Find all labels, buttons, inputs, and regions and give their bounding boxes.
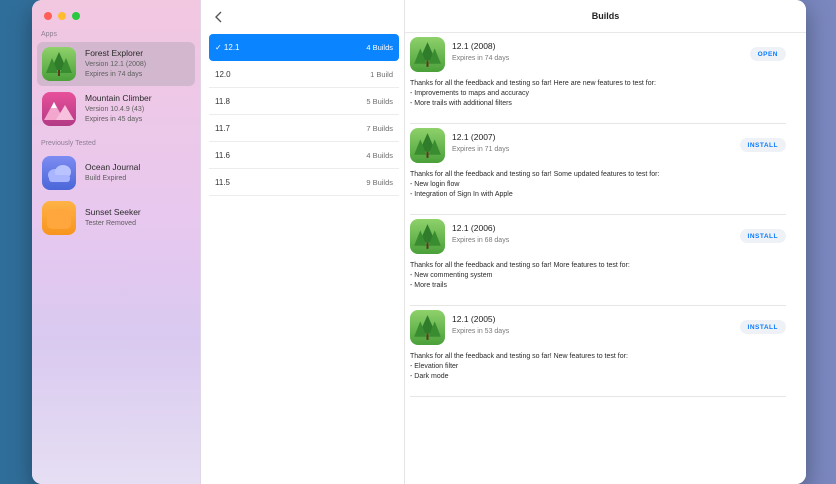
build-title: 12.1 (2006) (452, 223, 496, 233)
window-controls (44, 12, 80, 20)
close-window-button[interactable] (44, 12, 52, 20)
sunset-icon (42, 201, 76, 235)
minimize-window-button[interactable] (58, 12, 66, 20)
build-item: 12.1 (2006) Expires in 68 days INSTALL T… (410, 215, 786, 306)
version-row-12-1[interactable]: ✓ 12.1 4 Builds (209, 34, 399, 61)
forest-icon (410, 128, 445, 163)
build-notes: Thanks for all the feedback and testing … (410, 79, 656, 109)
app-name: Sunset Seeker (85, 207, 141, 217)
cloud-icon (42, 156, 76, 190)
apps-section-label: Apps (41, 31, 57, 38)
note-line: - New commenting system (410, 272, 493, 279)
note-line: - Elevation filter (410, 363, 459, 370)
note-line: - Dark mode (410, 373, 449, 380)
sidebar: Apps Forest Explorer Version 12.1 (2008)… (32, 0, 201, 484)
previously-tested-label: Previously Tested (41, 140, 96, 147)
build-notes: Thanks for all the feedback and testing … (410, 352, 628, 382)
version-row-11-8[interactable]: 11.8 5 Builds (209, 88, 399, 115)
build-item: 12.1 (2007) Expires in 71 days INSTALL T… (410, 124, 786, 215)
forest-icon (410, 219, 445, 254)
build-count: 7 Builds (366, 123, 393, 133)
version-label: 11.7 (215, 123, 230, 133)
app-expiry: Expires in 74 days (85, 71, 143, 78)
build-title: 12.1 (2007) (452, 132, 496, 142)
version-row-12-0[interactable]: 12.0 1 Build (209, 61, 399, 88)
note-line: - Improvements to maps and accuracy (410, 90, 530, 97)
build-count: 4 Builds (366, 43, 393, 52)
version-label: 11.6 (215, 150, 230, 160)
version-label: 11.8 (215, 96, 230, 106)
version-label: 12.0 (215, 69, 231, 79)
open-button[interactable]: OPEN (749, 47, 786, 61)
forest-icon (410, 310, 445, 345)
page-title: Builds (591, 11, 620, 21)
version-list: ✓ 12.1 4 Builds 12.0 1 Build 11.8 5 Buil… (209, 34, 399, 196)
build-expiry: Expires in 53 days (452, 328, 510, 335)
zoom-window-button[interactable] (72, 12, 80, 20)
app-status: Tester Removed (85, 220, 136, 227)
app-window: Apps Forest Explorer Version 12.1 (2008)… (32, 0, 806, 484)
note-line: Thanks for all the feedback and testing … (410, 80, 656, 87)
sidebar-item-forest-explorer[interactable]: Forest Explorer Version 12.1 (2008) Expi… (37, 42, 195, 86)
app-status: Build Expired (85, 175, 127, 182)
mountain-icon (42, 92, 76, 126)
sidebar-item-mountain-climber[interactable]: Mountain Climber Version 10.4.9 (43) Exp… (37, 87, 195, 131)
versions-column: ✓ 12.1 4 Builds 12.0 1 Build 11.8 5 Buil… (201, 0, 405, 484)
note-line: - New login flow (410, 181, 460, 188)
app-name: Ocean Journal (85, 162, 141, 172)
version-row-11-6[interactable]: 11.6 4 Builds (209, 142, 399, 169)
build-item: 12.1 (2005) Expires in 53 days INSTALL T… (410, 306, 786, 397)
build-count: 5 Builds (366, 96, 393, 106)
version-label: ✓ 12.1 (215, 43, 240, 52)
app-version: Version 12.1 (2008) (85, 61, 147, 68)
build-notes: Thanks for all the feedback and testing … (410, 261, 630, 291)
forest-icon (410, 37, 445, 72)
note-line: Thanks for all the feedback and testing … (410, 262, 630, 269)
chevron-left-icon[interactable] (212, 10, 226, 24)
app-version: Version 10.4.9 (43) (85, 106, 145, 113)
build-expiry: Expires in 74 days (452, 55, 510, 62)
app-expiry: Expires in 45 days (85, 116, 143, 123)
build-count: 4 Builds (366, 150, 393, 160)
note-line: Thanks for all the feedback and testing … (410, 171, 660, 178)
builds-pane: Builds 12.1 (2008) Expires in 74 days OP… (405, 0, 806, 484)
build-title: 12.1 (2005) (452, 314, 496, 324)
app-name: Forest Explorer (85, 48, 144, 58)
note-line: - More trails (410, 282, 447, 289)
build-title: 12.1 (2008) (452, 41, 496, 51)
sidebar-item-ocean-journal[interactable]: Ocean Journal Build Expired (37, 151, 195, 195)
build-expiry: Expires in 71 days (452, 146, 510, 153)
install-button[interactable]: INSTALL (739, 229, 786, 243)
version-label: 11.5 (215, 177, 230, 187)
version-row-11-7[interactable]: 11.7 7 Builds (209, 115, 399, 142)
install-button[interactable]: INSTALL (739, 138, 786, 152)
build-count: 1 Build (370, 69, 393, 79)
install-button[interactable]: INSTALL (739, 320, 786, 334)
note-line: - Integration of Sign In with Apple (410, 191, 513, 198)
sidebar-item-sunset-seeker[interactable]: Sunset Seeker Tester Removed (37, 196, 195, 240)
build-item: 12.1 (2008) Expires in 74 days OPEN Than… (410, 33, 786, 124)
forest-icon (42, 47, 76, 81)
note-line: - More trails with additional filters (410, 100, 512, 107)
build-expiry: Expires in 68 days (452, 237, 510, 244)
app-name: Mountain Climber (85, 93, 152, 103)
note-line: Thanks for all the feedback and testing … (410, 353, 628, 360)
version-row-11-5[interactable]: 11.5 9 Builds (209, 169, 399, 196)
build-count: 9 Builds (366, 177, 393, 187)
build-notes: Thanks for all the feedback and testing … (410, 170, 659, 200)
